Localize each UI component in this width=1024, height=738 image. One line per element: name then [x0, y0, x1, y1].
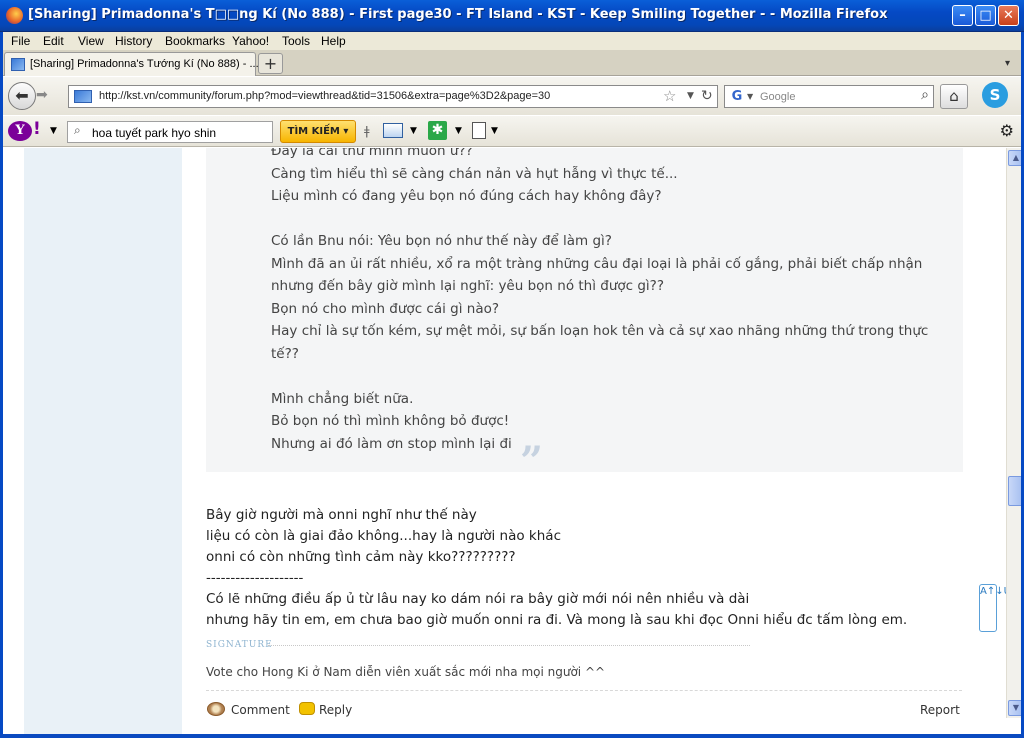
comment-icon[interactable] [207, 702, 225, 716]
site-identity-icon[interactable] [74, 90, 92, 103]
search-bar[interactable]: G ▼ Google ⌕ [724, 85, 934, 108]
tab-active[interactable]: [Sharing] Primadonna's Tướng Kí (No 888)… [4, 52, 259, 76]
yahoo-logo[interactable]: Y [8, 121, 32, 141]
url-bar[interactable]: http://kst.vn/community/forum.php?mod=vi… [68, 85, 718, 108]
document-dropdown-icon[interactable]: ▼ [491, 126, 498, 136]
yahoo-logo-exclamation: ! [33, 119, 41, 139]
yahoo-search-input[interactable]: ⌕ hoa tuyết park hyo shin [67, 121, 273, 143]
url-history-dropdown-icon[interactable]: ▼ [687, 91, 694, 101]
yahoo-search-button[interactable]: TÌM KIẾM ▾ [280, 120, 356, 143]
scroll-top-widget[interactable]: A↑↓U [979, 584, 1006, 632]
skype-icon[interactable]: S [982, 82, 1008, 108]
quote-line: Hay chỉ là sự tốn kém, sự mệt mỏi, sự bấ… [271, 323, 929, 339]
post-line: Có lẽ những điều ấp ủ từ lâu nay ko dám … [206, 591, 750, 607]
menu-tools[interactable]: Tools [282, 34, 310, 48]
actions-divider [206, 690, 962, 691]
yahoo-toolbar: Y ! ▼ ⌕ hoa tuyết park hyo shin TÌM KIẾM… [0, 116, 1024, 147]
author-sidebar [24, 148, 182, 734]
window-title: [Sharing] Primadonna's T□□ng Kí (No 888)… [28, 7, 888, 22]
quote-line: Đây là cái thứ mình muốn ư?? [271, 148, 473, 159]
quote-line: Mình chẳng biết nữa. [271, 390, 414, 407]
post-line: -------------------- [206, 570, 304, 586]
reload-icon[interactable]: ↻ [701, 88, 713, 104]
tab-list-icon[interactable]: ▾ [1005, 58, 1010, 69]
menu-bookmarks[interactable]: Bookmarks [165, 34, 225, 48]
search-icon[interactable]: ⌕ [921, 87, 929, 103]
page-content: Đây là cái thứ mình muốn ư?? Càng tìm hi… [0, 148, 1006, 734]
title-bar: [Sharing] Primadonna's T□□ng Kí (No 888)… [0, 0, 1024, 32]
gear-icon[interactable]: ⚙ [1000, 121, 1014, 140]
reply-link[interactable]: Reply [319, 703, 352, 717]
mail-icon[interactable] [383, 123, 403, 138]
bookmark-star-icon[interactable]: ☆ [663, 87, 676, 105]
quote-line: Liệu mình có đang yêu bọn nó đúng cách h… [271, 188, 662, 204]
quote-line: Nhưng ai đó làm ơn stop mình lại đi [271, 435, 512, 452]
menu-bar: File Edit View History Bookmarks Yahoo! … [0, 32, 1024, 50]
post-line: liệu có còn là giai đảo không...hay là n… [206, 528, 561, 544]
quote-line [271, 365, 928, 388]
signature-text: Vote cho Hong Ki ở Nam diễn viên xuất sắ… [206, 665, 606, 679]
firefox-icon [6, 7, 23, 24]
post-line: onni có còn những tình cảm này kko??????… [206, 549, 516, 565]
tab-bar: [Sharing] Primadonna's Tướng Kí (No 888)… [0, 50, 1024, 76]
toolbar-separator-icon: ǂ [364, 124, 370, 138]
maximize-button[interactable]: □ [975, 5, 996, 26]
quote-line [271, 208, 928, 231]
url-text[interactable]: http://kst.vn/community/forum.php?mod=vi… [99, 90, 550, 102]
comment-link[interactable]: Comment [231, 703, 290, 717]
google-engine-icon[interactable]: G [729, 89, 745, 105]
menu-yahoo[interactable]: Yahoo! [232, 34, 269, 48]
quote-line: nhưng đến bây giờ mình lại nghĩ: yêu bọn… [271, 278, 665, 294]
document-icon[interactable] [472, 122, 486, 139]
home-button[interactable]: ⌂ [940, 84, 968, 109]
report-link[interactable]: Report [920, 703, 960, 717]
quote-line: Bọn nó cho mình được cái gì nào? [271, 300, 500, 317]
quote-line: Mình đã an ủi rất nhiều, xổ ra một tràng… [271, 255, 923, 272]
site-favicon-icon [11, 58, 25, 71]
signature-label: SIGNATURE [206, 640, 273, 650]
post-body: Bây giờ người mà onni nghĩ như thế này l… [206, 505, 907, 631]
reply-icon[interactable] [299, 702, 315, 715]
search-icon: ⌕ [74, 123, 81, 137]
forward-button[interactable]: ➡ [36, 87, 48, 103]
search-placeholder[interactable]: Google [760, 91, 795, 103]
quote-line: Càng tìm hiểu thì sẽ càng chán nản và hụ… [271, 165, 678, 182]
menu-view[interactable]: View [78, 34, 104, 48]
menu-history[interactable]: History [115, 34, 152, 48]
navigation-bar: ⬅ ➡ http://kst.vn/community/forum.php?mo… [0, 77, 1024, 115]
window-frame-bottom [0, 734, 1024, 738]
close-quote-icon: ” [520, 438, 544, 485]
quote-line: tế?? [271, 345, 299, 362]
post-line: nhưng hãy tin em, em chưa bao giờ muốn o… [206, 612, 908, 628]
yahoo-search-value[interactable]: hoa tuyết park hyo shin [92, 126, 216, 140]
apps-dropdown-icon[interactable]: ▼ [455, 126, 462, 136]
window-frame-left [0, 32, 3, 738]
quote-line: Bỏ bọn nó thì mình không bỏ được! [271, 413, 510, 429]
close-button[interactable]: ✕ [998, 5, 1019, 26]
signature-divider [268, 645, 750, 646]
new-tab-button[interactable]: + [258, 53, 283, 74]
minimize-button[interactable]: – [952, 5, 973, 26]
tab-label: [Sharing] Primadonna's Tướng Kí (No 888)… [30, 58, 259, 70]
quote-line: Có lần Bnu nói: Yêu bọn nó như thế này đ… [271, 233, 612, 249]
post-line: Bây giờ người mà onni nghĩ như thế này [206, 507, 477, 523]
menu-help[interactable]: Help [321, 34, 346, 48]
mail-dropdown-icon[interactable]: ▼ [410, 126, 417, 136]
engine-dropdown-icon[interactable]: ▼ [747, 92, 753, 101]
back-button[interactable]: ⬅ [8, 82, 36, 110]
menu-file[interactable]: File [11, 34, 30, 48]
apps-icon[interactable]: ✱ [428, 121, 447, 140]
menu-edit[interactable]: Edit [43, 34, 64, 48]
yahoo-menu-dropdown-icon[interactable]: ▼ [50, 126, 57, 136]
quote-text: Đây là cái thứ mình muốn ư?? Càng tìm hi… [271, 148, 928, 455]
